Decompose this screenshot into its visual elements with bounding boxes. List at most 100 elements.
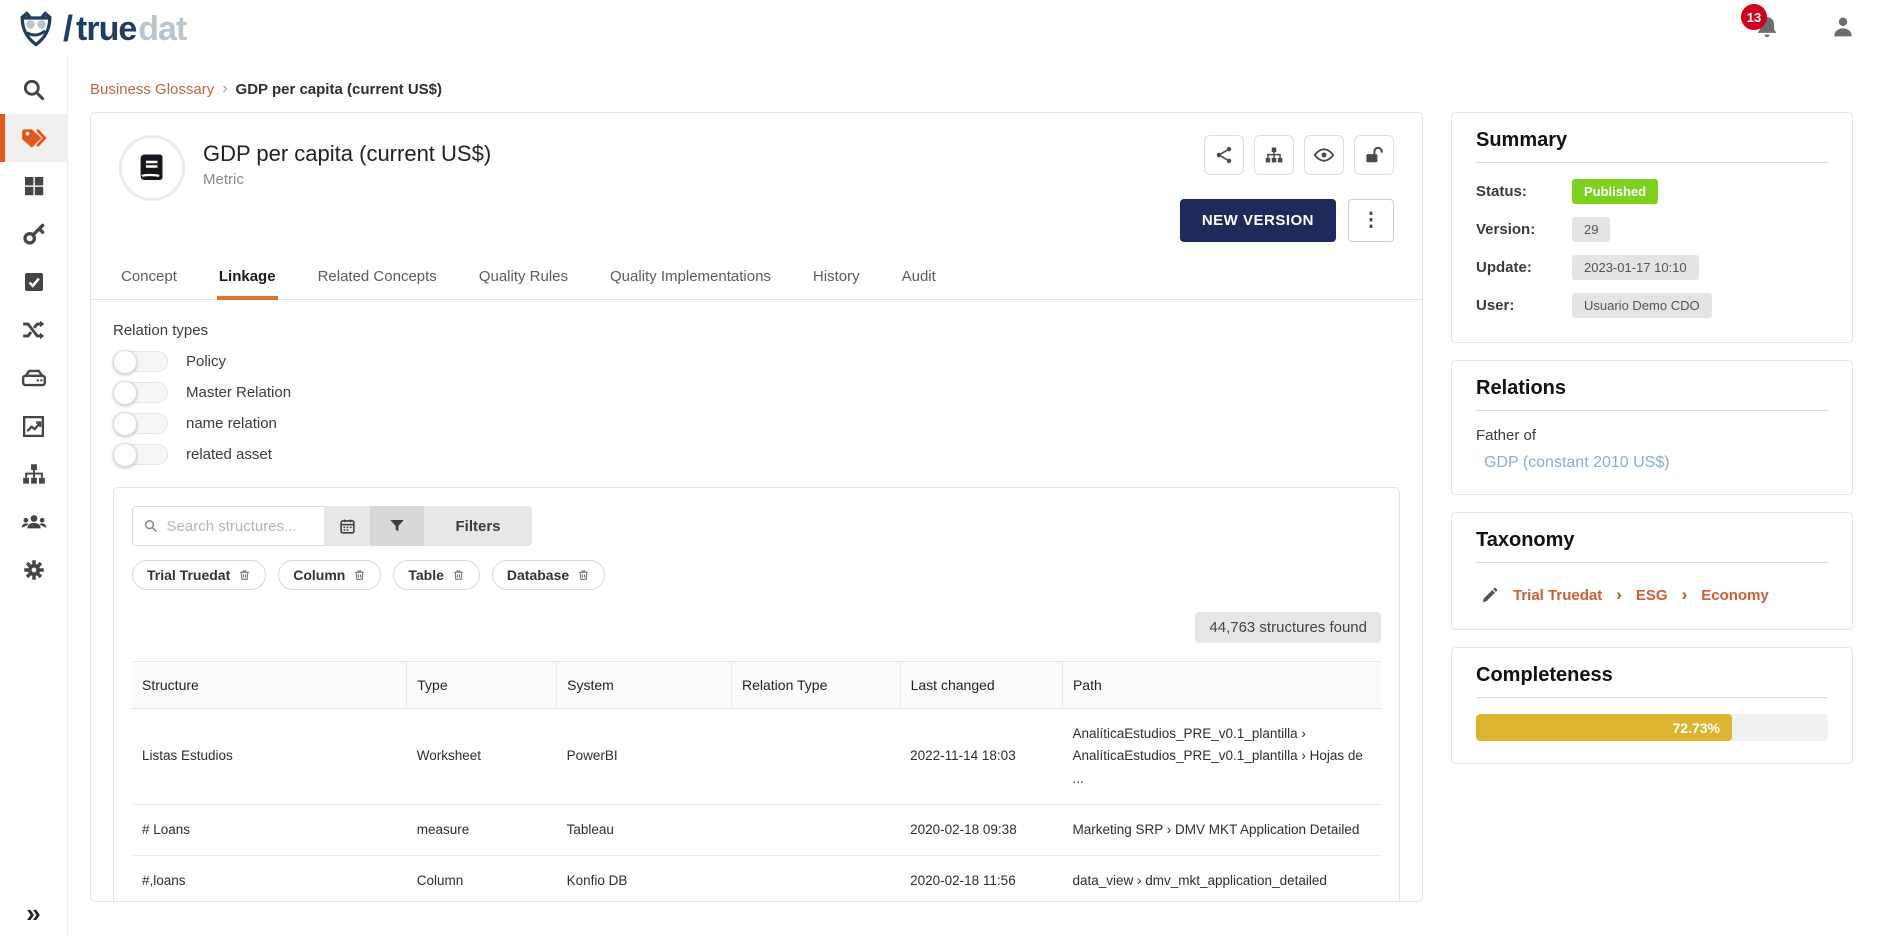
filter-chip-table[interactable]: Table: [393, 560, 480, 590]
user-menu-button[interactable]: [1829, 13, 1857, 46]
cell-system: Konfio DB: [557, 856, 732, 902]
tab-linkage[interactable]: Linkage: [217, 256, 278, 299]
cell-last-changed: 2020-02-18 11:56: [900, 856, 1062, 902]
summary-panel: Summary Status: Published Version: 29 Up…: [1451, 112, 1853, 343]
sidebar-item-settings[interactable]: [0, 546, 67, 594]
relation-type-row-master: Master Relation: [113, 382, 1400, 403]
trash-icon[interactable]: [353, 568, 366, 582]
taxonomy-domain-economy[interactable]: Economy: [1701, 587, 1769, 604]
cell-relation-type: [732, 856, 901, 902]
sidebar-item-permissions[interactable]: [0, 210, 67, 258]
sidebar-item-domains[interactable]: [0, 450, 67, 498]
sidebar-item-lineage[interactable]: [0, 306, 67, 354]
watch-button[interactable]: [1304, 135, 1344, 175]
taxonomy-domain-esg[interactable]: ESG: [1636, 587, 1668, 604]
filter-chip-database[interactable]: Database: [492, 560, 605, 590]
sidebar-item-structures[interactable]: [0, 354, 67, 402]
header-type[interactable]: Type: [407, 662, 557, 709]
sidebar-item-glossary[interactable]: [0, 114, 67, 162]
name-relation-toggle[interactable]: [113, 413, 168, 434]
edit-taxonomy-button[interactable]: [1480, 586, 1499, 605]
header-system[interactable]: System: [557, 662, 732, 709]
cell-structure[interactable]: #,loans: [132, 856, 407, 902]
share-icon: [1214, 145, 1234, 165]
table-header-row: Structure Type System Relation Type Last…: [132, 662, 1381, 709]
cell-last-changed: 2020-02-18 09:38: [900, 804, 1062, 855]
toggle-knob: [113, 412, 137, 436]
cell-structure[interactable]: # Loans: [132, 804, 407, 855]
filter-chip-column[interactable]: Column: [278, 560, 381, 590]
header-structure[interactable]: Structure: [132, 662, 407, 709]
related-asset-toggle[interactable]: [113, 444, 168, 465]
notifications-button[interactable]: 13: [1753, 12, 1783, 46]
policy-toggle[interactable]: [113, 351, 168, 372]
table-row[interactable]: Listas Estudios Worksheet PowerBI 2022-1…: [132, 709, 1381, 805]
status-label: Status:: [1476, 183, 1572, 200]
sidebar-item-search[interactable]: [0, 66, 67, 114]
structure-link-button[interactable]: [1254, 135, 1294, 175]
new-version-button[interactable]: NEW VERSION: [1180, 199, 1336, 242]
shuffle-icon: [21, 317, 47, 343]
taxonomy-separator: ›: [1682, 585, 1688, 605]
header-last-changed[interactable]: Last changed: [900, 662, 1062, 709]
trash-icon[interactable]: [238, 568, 251, 582]
cell-path: Marketing SRP › DMV MKT Application Deta…: [1062, 804, 1381, 855]
completeness-progress-track: 72.73%: [1476, 714, 1828, 741]
tab-audit[interactable]: Audit: [900, 256, 938, 299]
date-filter-button[interactable]: [324, 506, 370, 546]
trash-icon[interactable]: [452, 568, 465, 582]
search-structures-input[interactable]: [167, 518, 314, 535]
concept-avatar: [119, 135, 185, 201]
sitemap-icon: [1264, 145, 1284, 165]
header-relation-type[interactable]: Relation Type: [732, 662, 901, 709]
sidebar-item-quality[interactable]: [0, 258, 67, 306]
summary-title: Summary: [1476, 129, 1828, 163]
relation-type-row-related-asset: related asset: [113, 444, 1400, 465]
filter-chip-trial-truedat[interactable]: Trial Truedat: [132, 560, 266, 590]
tab-related-concepts[interactable]: Related Concepts: [316, 256, 439, 299]
sidebar-item-users[interactable]: [0, 498, 67, 546]
completeness-panel: Completeness 72.73%: [1451, 647, 1853, 764]
sidebar-item-analytics[interactable]: [0, 402, 67, 450]
unlock-button[interactable]: [1354, 135, 1394, 175]
tab-concept[interactable]: Concept: [119, 256, 179, 299]
table-row[interactable]: # Loans measure Tableau 2020-02-18 09:38…: [132, 804, 1381, 855]
cell-type: Worksheet: [407, 709, 557, 805]
breadcrumb: Business Glossary › GDP per capita (curr…: [90, 80, 1853, 98]
tab-history[interactable]: History: [811, 256, 862, 299]
taxonomy-separator: ›: [1616, 585, 1622, 605]
filter-toggle-button[interactable]: [370, 506, 424, 546]
update-badge: 2023-01-17 10:10: [1572, 255, 1699, 280]
tab-quality-implementations[interactable]: Quality Implementations: [608, 256, 773, 299]
taxonomy-domain-root[interactable]: Trial Truedat: [1513, 587, 1602, 604]
owl-logo-icon: [14, 7, 58, 51]
sidebar-item-dashboards[interactable]: [0, 162, 67, 210]
user-label: User:: [1476, 297, 1572, 314]
structure-search: [132, 506, 324, 546]
chip-label: Column: [293, 567, 345, 583]
more-actions-button[interactable]: ⋮: [1348, 199, 1394, 242]
toggle-knob: [113, 350, 137, 374]
structures-table: Structure Type System Relation Type Last…: [132, 661, 1381, 902]
trash-icon[interactable]: [577, 568, 590, 582]
update-label: Update:: [1476, 259, 1572, 276]
chip-label: Database: [507, 567, 569, 583]
master-relation-toggle[interactable]: [113, 382, 168, 403]
truedat-logo[interactable]: / true dat: [14, 7, 186, 51]
header-path[interactable]: Path: [1062, 662, 1381, 709]
pencil-icon: [1480, 586, 1499, 605]
breadcrumb-glossary-link[interactable]: Business Glossary: [90, 81, 214, 98]
grid-icon: [22, 174, 46, 198]
sitemap-icon: [21, 461, 47, 487]
table-row[interactable]: #,loans Column Konfio DB 2020-02-18 11:5…: [132, 856, 1381, 902]
cell-system: Tableau: [557, 804, 732, 855]
cell-structure[interactable]: Listas Estudios: [132, 709, 407, 805]
tab-quality-rules[interactable]: Quality Rules: [477, 256, 570, 299]
chip-label: Trial Truedat: [147, 567, 230, 583]
sidebar-expand-button[interactable]: »: [0, 900, 67, 926]
left-sidebar: »: [0, 58, 68, 936]
share-button[interactable]: [1204, 135, 1244, 175]
related-concept-link[interactable]: GDP (constant 2010 US$): [1484, 454, 1828, 472]
cell-relation-type: [732, 804, 901, 855]
filters-button[interactable]: Filters: [424, 506, 532, 546]
